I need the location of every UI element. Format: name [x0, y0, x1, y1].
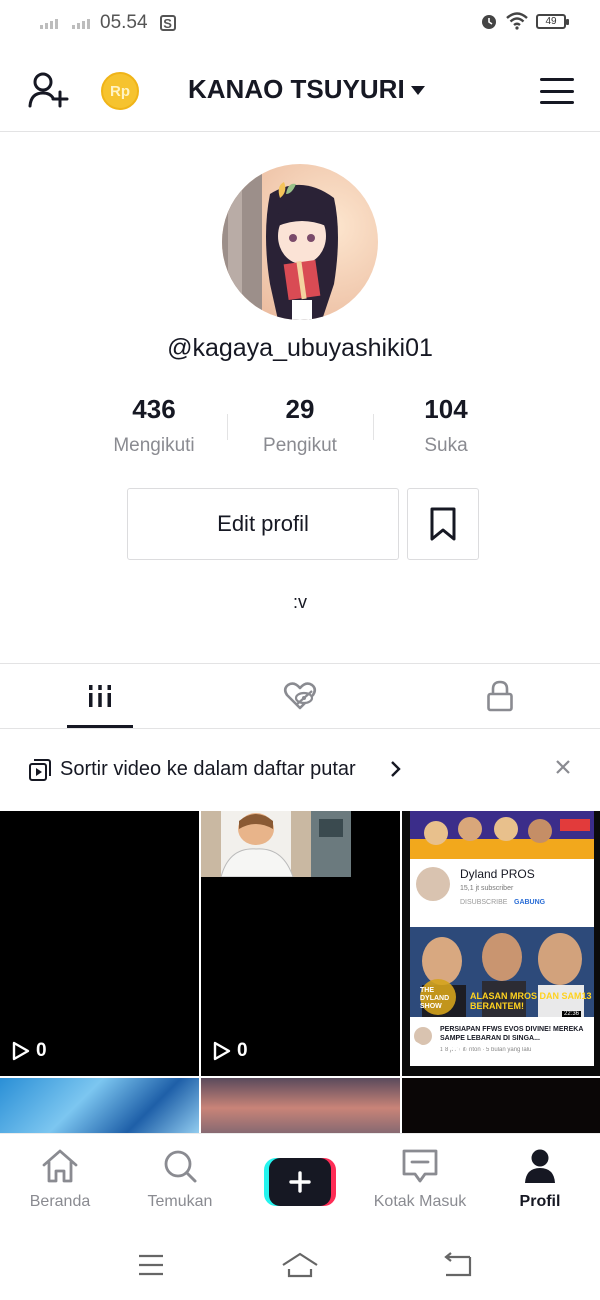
- nav-home[interactable]: Beranda: [0, 1148, 120, 1211]
- wifi-icon: [506, 12, 528, 30]
- home-button-icon[interactable]: [280, 1251, 320, 1279]
- playlist-icon: [29, 759, 51, 781]
- following-count: 436: [132, 394, 176, 424]
- avatar[interactable]: [222, 164, 378, 320]
- profile-stats: 436 Mengikuti 29 Pengikut 104 Suka: [0, 394, 600, 464]
- inbox-icon: [402, 1149, 438, 1183]
- signal-icon: [40, 17, 58, 29]
- nav-discover[interactable]: Temukan: [120, 1148, 240, 1211]
- play-icon: [12, 1041, 30, 1061]
- clock: 05.54: [100, 12, 148, 33]
- video-thumbnail[interactable]: [0, 1078, 199, 1133]
- profile-icon: [525, 1149, 555, 1183]
- video-thumbnail[interactable]: [201, 1078, 400, 1133]
- likes-stat[interactable]: 104 Suka: [373, 394, 519, 457]
- nav-profile[interactable]: Profil: [480, 1148, 600, 1211]
- nav-inbox-label: Kotak Masuk: [373, 1193, 467, 1210]
- heart-hidden-icon: [283, 682, 317, 710]
- thumbnail-duration: 22:36: [562, 1011, 582, 1017]
- nav-home-label: Beranda: [29, 1193, 91, 1210]
- recents-icon[interactable]: [137, 1253, 165, 1277]
- view-count: 0: [12, 1040, 47, 1062]
- coin-icon[interactable]: Rp: [101, 72, 139, 110]
- video-thumbnail[interactable]: 0: [0, 811, 199, 1076]
- tab-private[interactable]: [400, 664, 600, 728]
- followers-label: Pengikut: [263, 435, 337, 456]
- close-icon[interactable]: [554, 758, 572, 776]
- alarm-icon: [482, 15, 496, 29]
- play-icon: [414, 1041, 432, 1061]
- tab-liked[interactable]: [200, 664, 400, 728]
- video-grid: 0 0 Dyland PROS 15,1 jt subscriber DISUB…: [0, 811, 600, 1133]
- video-thumbnail[interactable]: 0: [201, 811, 400, 1076]
- system-nav: [0, 1231, 600, 1300]
- add-friend-icon[interactable]: [28, 70, 70, 110]
- notification-icon: S: [159, 15, 176, 31]
- view-count: 150: [414, 1040, 470, 1062]
- followers-count: 29: [285, 394, 315, 424]
- play-icon: [213, 1041, 231, 1061]
- profile-bio: :v: [292, 592, 307, 612]
- likes-count: 104: [424, 394, 468, 424]
- grid-icon: [89, 685, 111, 707]
- playlist-banner-text: Sortir video ke dalam daftar putar: [60, 758, 356, 780]
- signal-icon-2: [72, 17, 90, 29]
- battery-icon: 49: [536, 13, 569, 29]
- nav-inbox[interactable]: Kotak Masuk: [360, 1148, 480, 1211]
- channel-join-label: GABUNG: [514, 899, 546, 906]
- content-tabs: [0, 663, 600, 729]
- following-label: Mengikuti: [113, 435, 195, 456]
- thumbnail-show: THE DYLAND SHOW: [420, 987, 450, 1010]
- caret-down-icon: [410, 86, 425, 95]
- active-tab-indicator: [67, 725, 133, 728]
- view-count: 0: [213, 1040, 248, 1062]
- chevron-right-icon: [391, 761, 401, 777]
- plus-icon: [289, 1171, 311, 1193]
- nav-profile-label: Profil: [519, 1193, 561, 1210]
- account-switcher[interactable]: KANAO TSUYURI: [188, 74, 425, 105]
- video-thumbnail[interactable]: Dyland PROS 15,1 jt subscriber DISUBSCRI…: [402, 811, 600, 1076]
- following-stat[interactable]: 436 Mengikuti: [81, 394, 227, 457]
- bottom-nav: Beranda Temukan Kotak Masuk Profil: [0, 1133, 600, 1231]
- channel-name: Dyland PROS: [460, 867, 535, 881]
- search-icon: [164, 1150, 197, 1183]
- edit-profile-button[interactable]: Edit profil: [127, 488, 399, 560]
- back-icon[interactable]: [442, 1251, 474, 1279]
- profile-header: Rp KANAO TSUYURI: [0, 48, 600, 132]
- nav-discover-label: Temukan: [147, 1193, 213, 1210]
- profile-handle: @kagaya_ubuyashiki01: [167, 334, 433, 362]
- home-icon: [42, 1149, 78, 1183]
- status-bar: 05.54 S 49: [0, 0, 600, 48]
- lock-icon: [487, 680, 513, 712]
- thumbnail-headline: ALASAN MROS DAN SAM13 BERANTEM!: [470, 991, 592, 1011]
- tab-videos[interactable]: [0, 664, 200, 728]
- channel-subscribe-label: DISUBSCRIBE: [460, 899, 508, 906]
- create-button[interactable]: [264, 1158, 336, 1206]
- likes-label: Suka: [424, 435, 468, 456]
- channel-subs: 15,1 jt subscriber: [460, 885, 514, 892]
- menu-icon[interactable]: [540, 78, 574, 104]
- followers-stat[interactable]: 29 Pengikut: [227, 394, 373, 457]
- playlist-banner[interactable]: Sortir video ke dalam daftar putar: [0, 730, 600, 810]
- header-username: KANAO TSUYURI: [188, 74, 405, 104]
- favorites-button[interactable]: [407, 488, 479, 560]
- bookmark-icon: [430, 507, 456, 541]
- video-thumbnail[interactable]: [402, 1078, 600, 1133]
